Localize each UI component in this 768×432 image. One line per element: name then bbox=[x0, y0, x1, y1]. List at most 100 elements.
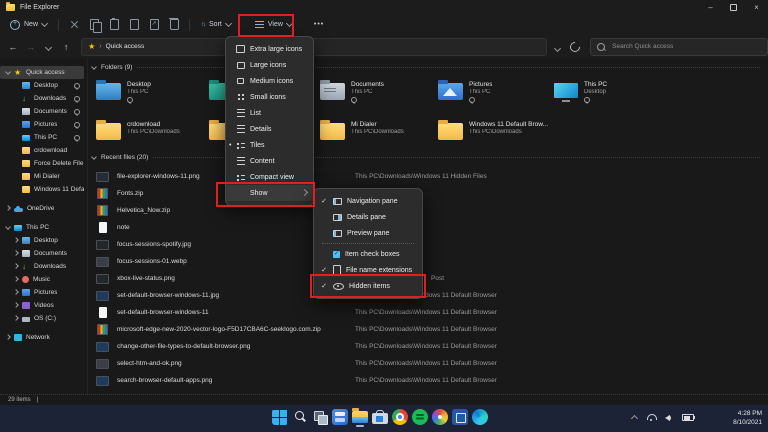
file-row[interactable]: change-other-file-types-to-default-brows… bbox=[96, 338, 760, 355]
spotify-icon[interactable] bbox=[412, 409, 428, 425]
rename-button[interactable] bbox=[124, 17, 144, 33]
chevron-right-icon[interactable] bbox=[13, 250, 19, 256]
chevron-right-icon[interactable] bbox=[13, 276, 19, 282]
chrome-icon[interactable] bbox=[392, 409, 408, 425]
chevron-right-icon[interactable] bbox=[13, 315, 19, 321]
sidebar-item-pc-pictures[interactable]: Pictures bbox=[0, 286, 84, 299]
sidebar-item-crdownload[interactable]: crdownload bbox=[0, 144, 84, 157]
file-row[interactable]: Helvetica_Now.zip bbox=[96, 202, 760, 219]
minimize-button[interactable]: – bbox=[699, 0, 722, 14]
file-row[interactable]: file-explorer-windows-11.pngThis PC\Down… bbox=[96, 168, 760, 185]
file-row[interactable]: set-default-browser-windows-11This PC\Do… bbox=[96, 304, 760, 321]
folder-tile-documents[interactable]: DocumentsThis PC bbox=[320, 80, 432, 103]
sidebar-item-pc-documents[interactable]: Documents bbox=[0, 247, 84, 260]
menu-item-details[interactable]: Details bbox=[226, 121, 313, 137]
sidebar-item-this-pc[interactable]: This PC bbox=[0, 221, 84, 234]
sidebar-item-downloads[interactable]: Downloads bbox=[0, 92, 84, 105]
file-row[interactable]: set-default-browser-windows-11.jpgThis P… bbox=[96, 287, 760, 304]
sidebar-item-windows-11-default[interactable]: Windows 11 Defaul bbox=[0, 183, 84, 196]
file-row[interactable]: Fonts.zip bbox=[96, 185, 760, 202]
refresh-button[interactable] bbox=[568, 39, 582, 53]
paste-button[interactable] bbox=[104, 17, 124, 33]
sidebar-item-this-pc-pinned[interactable]: This PC bbox=[0, 131, 84, 144]
chevron-right-icon[interactable] bbox=[13, 289, 19, 295]
back-button[interactable]: ← bbox=[4, 42, 22, 52]
recent-locations-button[interactable] bbox=[40, 42, 58, 52]
folder-tile-this-pc[interactable]: This PCDesktop bbox=[554, 80, 666, 103]
menu-item-extra-large-icons[interactable]: Extra large icons bbox=[226, 41, 313, 57]
submenu-item-navigation-pane[interactable]: ✓Navigation pane bbox=[314, 193, 422, 209]
taskbar-search-icon[interactable] bbox=[292, 409, 308, 425]
chevron-right-icon[interactable] bbox=[13, 237, 19, 243]
menu-item-show[interactable]: Show bbox=[226, 185, 313, 201]
sidebar-item-quick-access[interactable]: Quick access bbox=[0, 66, 84, 79]
taskbar-clock[interactable]: 4:28 PM 8/10/2021 bbox=[733, 410, 762, 428]
battery-icon[interactable] bbox=[682, 414, 694, 421]
start-button[interactable] bbox=[272, 409, 288, 425]
dev-app-icon[interactable] bbox=[452, 409, 468, 425]
task-view-icon[interactable] bbox=[312, 409, 328, 425]
edge-icon[interactable] bbox=[472, 409, 488, 425]
file-row[interactable]: select-htm-and-ok.pngThis PC\Downloads\W… bbox=[96, 355, 760, 372]
sidebar-item-network[interactable]: Network bbox=[0, 331, 84, 344]
sidebar-item-documents[interactable]: Documents bbox=[0, 105, 84, 118]
sidebar-item-pc-downloads[interactable]: Downloads bbox=[0, 260, 84, 273]
copy-button[interactable] bbox=[84, 17, 104, 33]
chevron-right-icon[interactable] bbox=[13, 302, 19, 308]
delete-button[interactable] bbox=[164, 17, 184, 33]
chevron-down-icon[interactable] bbox=[5, 224, 11, 230]
menu-item-list[interactable]: List bbox=[226, 105, 313, 121]
folder-tile-desktop[interactable]: DesktopThis PC bbox=[96, 80, 208, 103]
search-input[interactable] bbox=[610, 42, 744, 51]
chevron-right-icon[interactable] bbox=[5, 205, 11, 211]
tray-chevron-up-icon[interactable] bbox=[631, 415, 638, 422]
microsoft-store-icon[interactable] bbox=[372, 413, 388, 424]
menu-item-small-icons[interactable]: Small icons bbox=[226, 89, 313, 105]
widgets-icon[interactable] bbox=[332, 409, 348, 425]
sidebar-item-pc-videos[interactable]: Videos bbox=[0, 299, 84, 312]
folder-tile-mi-dialer[interactable]: Mi DialerThis PC\Downloads bbox=[320, 120, 432, 140]
view-button[interactable]: View bbox=[249, 16, 298, 33]
submenu-item-file-name-extensions[interactable]: ✓File name extensions bbox=[314, 262, 422, 278]
menu-item-medium-icons[interactable]: Medium icons bbox=[226, 73, 313, 89]
file-explorer-icon[interactable] bbox=[352, 411, 368, 423]
recent-files-section-header[interactable]: Recent files (20) bbox=[92, 154, 760, 161]
sort-button[interactable]: ↑↓ Sort bbox=[195, 16, 237, 33]
submenu-item-hidden-items[interactable]: ✓Hidden items bbox=[314, 278, 422, 294]
chevron-down-icon[interactable] bbox=[5, 69, 11, 75]
menu-item-content[interactable]: Content bbox=[226, 153, 313, 169]
forward-button[interactable]: → bbox=[22, 42, 40, 52]
more-options-button[interactable]: ••• bbox=[308, 16, 330, 33]
file-row[interactable]: focus-sessions-spotify.jpg bbox=[96, 236, 760, 253]
chevron-right-icon[interactable] bbox=[13, 263, 19, 269]
close-button[interactable]: × bbox=[745, 0, 768, 14]
sidebar-item-pc-desktop[interactable]: Desktop bbox=[0, 234, 84, 247]
folder-tile-windows-11-default-browser[interactable]: Windows 11 Default Brow...This PC\Downlo… bbox=[438, 120, 550, 140]
maximize-button[interactable] bbox=[722, 0, 745, 14]
submenu-item-preview-pane[interactable]: ✓Preview pane bbox=[314, 225, 422, 241]
photos-icon[interactable] bbox=[432, 409, 448, 425]
menu-item-compact-view[interactable]: Compact view bbox=[226, 169, 313, 185]
submenu-item-item-check-boxes[interactable]: ✓✓Item check boxes bbox=[314, 246, 422, 262]
folder-tile-crdownload[interactable]: crdownloadThis PC\Downloads bbox=[96, 120, 208, 140]
address-dropdown-button[interactable] bbox=[555, 38, 560, 56]
sidebar-item-desktop[interactable]: Desktop bbox=[0, 79, 84, 92]
sidebar-item-pc-music[interactable]: Music bbox=[0, 273, 84, 286]
menu-item-large-icons[interactable]: Large icons bbox=[226, 57, 313, 73]
file-row[interactable]: microsoft-edge-new-2020-vector-logo-F5D1… bbox=[96, 321, 760, 338]
breadcrumb[interactable]: ★ › Quick access bbox=[81, 38, 547, 56]
sidebar-item-os-c[interactable]: OS (C:) bbox=[0, 312, 84, 325]
up-button[interactable]: ↑ bbox=[57, 42, 75, 52]
wifi-icon[interactable] bbox=[646, 414, 656, 421]
menu-item-tiles[interactable]: •Tiles bbox=[226, 137, 313, 153]
file-row[interactable]: focus-sessions-01.webp bbox=[96, 253, 760, 270]
sidebar-item-onedrive[interactable]: OneDrive bbox=[0, 202, 84, 215]
sidebar-item-pictures[interactable]: Pictures bbox=[0, 118, 84, 131]
file-row[interactable]: search-browser-default-apps.pngThis PC\D… bbox=[96, 372, 760, 389]
new-button[interactable]: + New bbox=[4, 16, 53, 33]
cut-button[interactable] bbox=[64, 17, 84, 33]
sidebar-item-force-delete-file[interactable]: Force Delete File bbox=[0, 157, 84, 170]
file-row[interactable]: note bbox=[96, 219, 760, 236]
submenu-item-details-pane[interactable]: ✓Details pane bbox=[314, 209, 422, 225]
folder-tile-pictures[interactable]: PicturesThis PC bbox=[438, 80, 550, 103]
